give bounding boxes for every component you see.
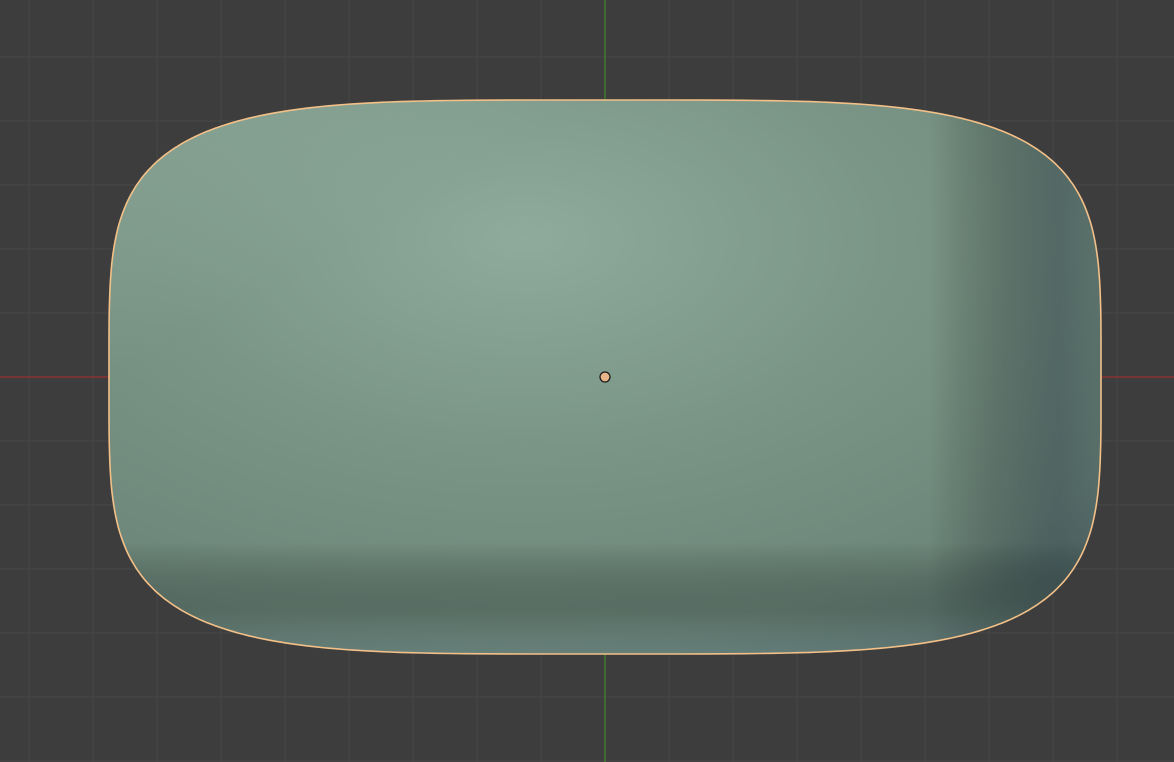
3d-viewport[interactable] (0, 0, 1174, 762)
object-origin-point[interactable] (599, 371, 611, 383)
viewport-canvas[interactable] (0, 0, 1174, 762)
